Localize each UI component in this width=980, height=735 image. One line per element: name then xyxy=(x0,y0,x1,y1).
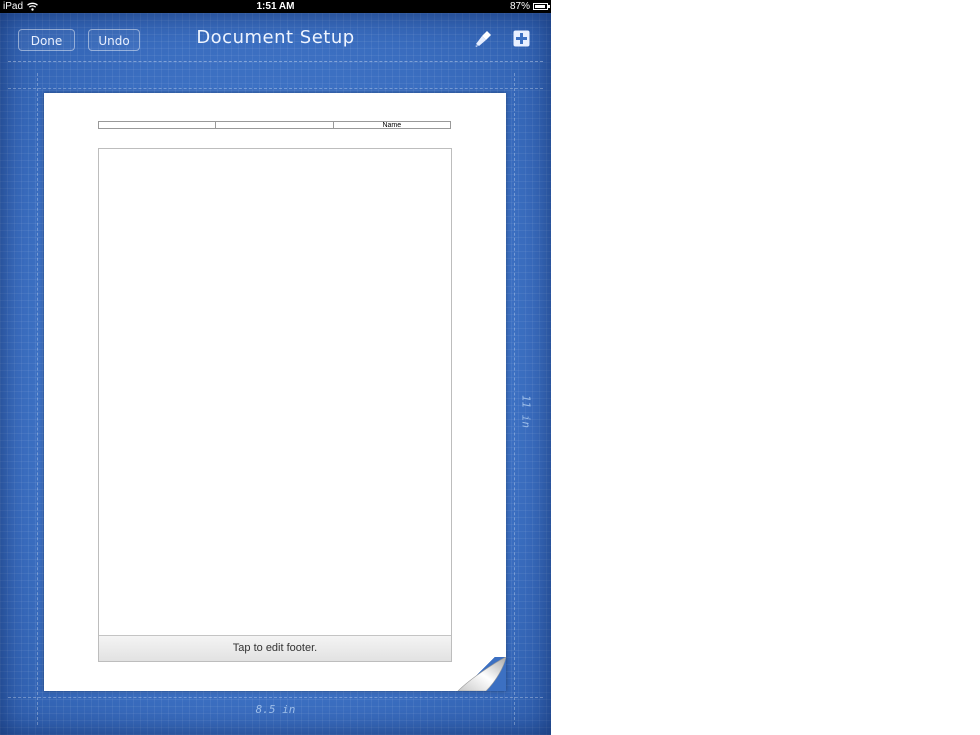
status-bar: iPad 1:51 AM 87% xyxy=(0,0,551,13)
toolbar-divider xyxy=(8,61,543,62)
battery-icon xyxy=(533,3,550,10)
guide-line-left xyxy=(37,73,38,725)
toolbar: Done Undo Document Setup xyxy=(0,13,551,63)
header-cell[interactable] xyxy=(99,122,217,128)
guide-line-right xyxy=(514,73,515,725)
header-table[interactable]: Name xyxy=(98,121,451,129)
width-dimension-label: 8.5 in xyxy=(255,703,296,716)
battery-percent: 87% xyxy=(509,1,530,12)
guide-line-bottom xyxy=(8,697,543,698)
blueprint-canvas: Done Undo Document Setup Name Tap to edi… xyxy=(0,13,551,735)
battery-fill xyxy=(535,5,545,8)
document-body[interactable]: Tap to edit footer. xyxy=(98,148,452,662)
page-title: Document Setup xyxy=(196,27,355,48)
plus-icon[interactable] xyxy=(513,30,530,47)
header-cell[interactable] xyxy=(216,122,334,128)
height-dimension-label: 11 in xyxy=(519,394,533,429)
header-cell[interactable]: Name xyxy=(334,122,450,128)
paintbrush-icon[interactable] xyxy=(473,30,493,48)
document-page[interactable]: Name Tap to edit footer. xyxy=(44,93,506,691)
footer-edit-button[interactable]: Tap to edit footer. xyxy=(99,635,451,661)
status-right: 87% xyxy=(509,0,550,13)
ipad-screen: iPad 1:51 AM 87% Done Undo Document Setu… xyxy=(0,0,551,735)
page-curl-icon[interactable] xyxy=(450,657,506,691)
guide-line-top xyxy=(8,88,543,89)
status-time: 1:51 AM xyxy=(256,1,295,12)
